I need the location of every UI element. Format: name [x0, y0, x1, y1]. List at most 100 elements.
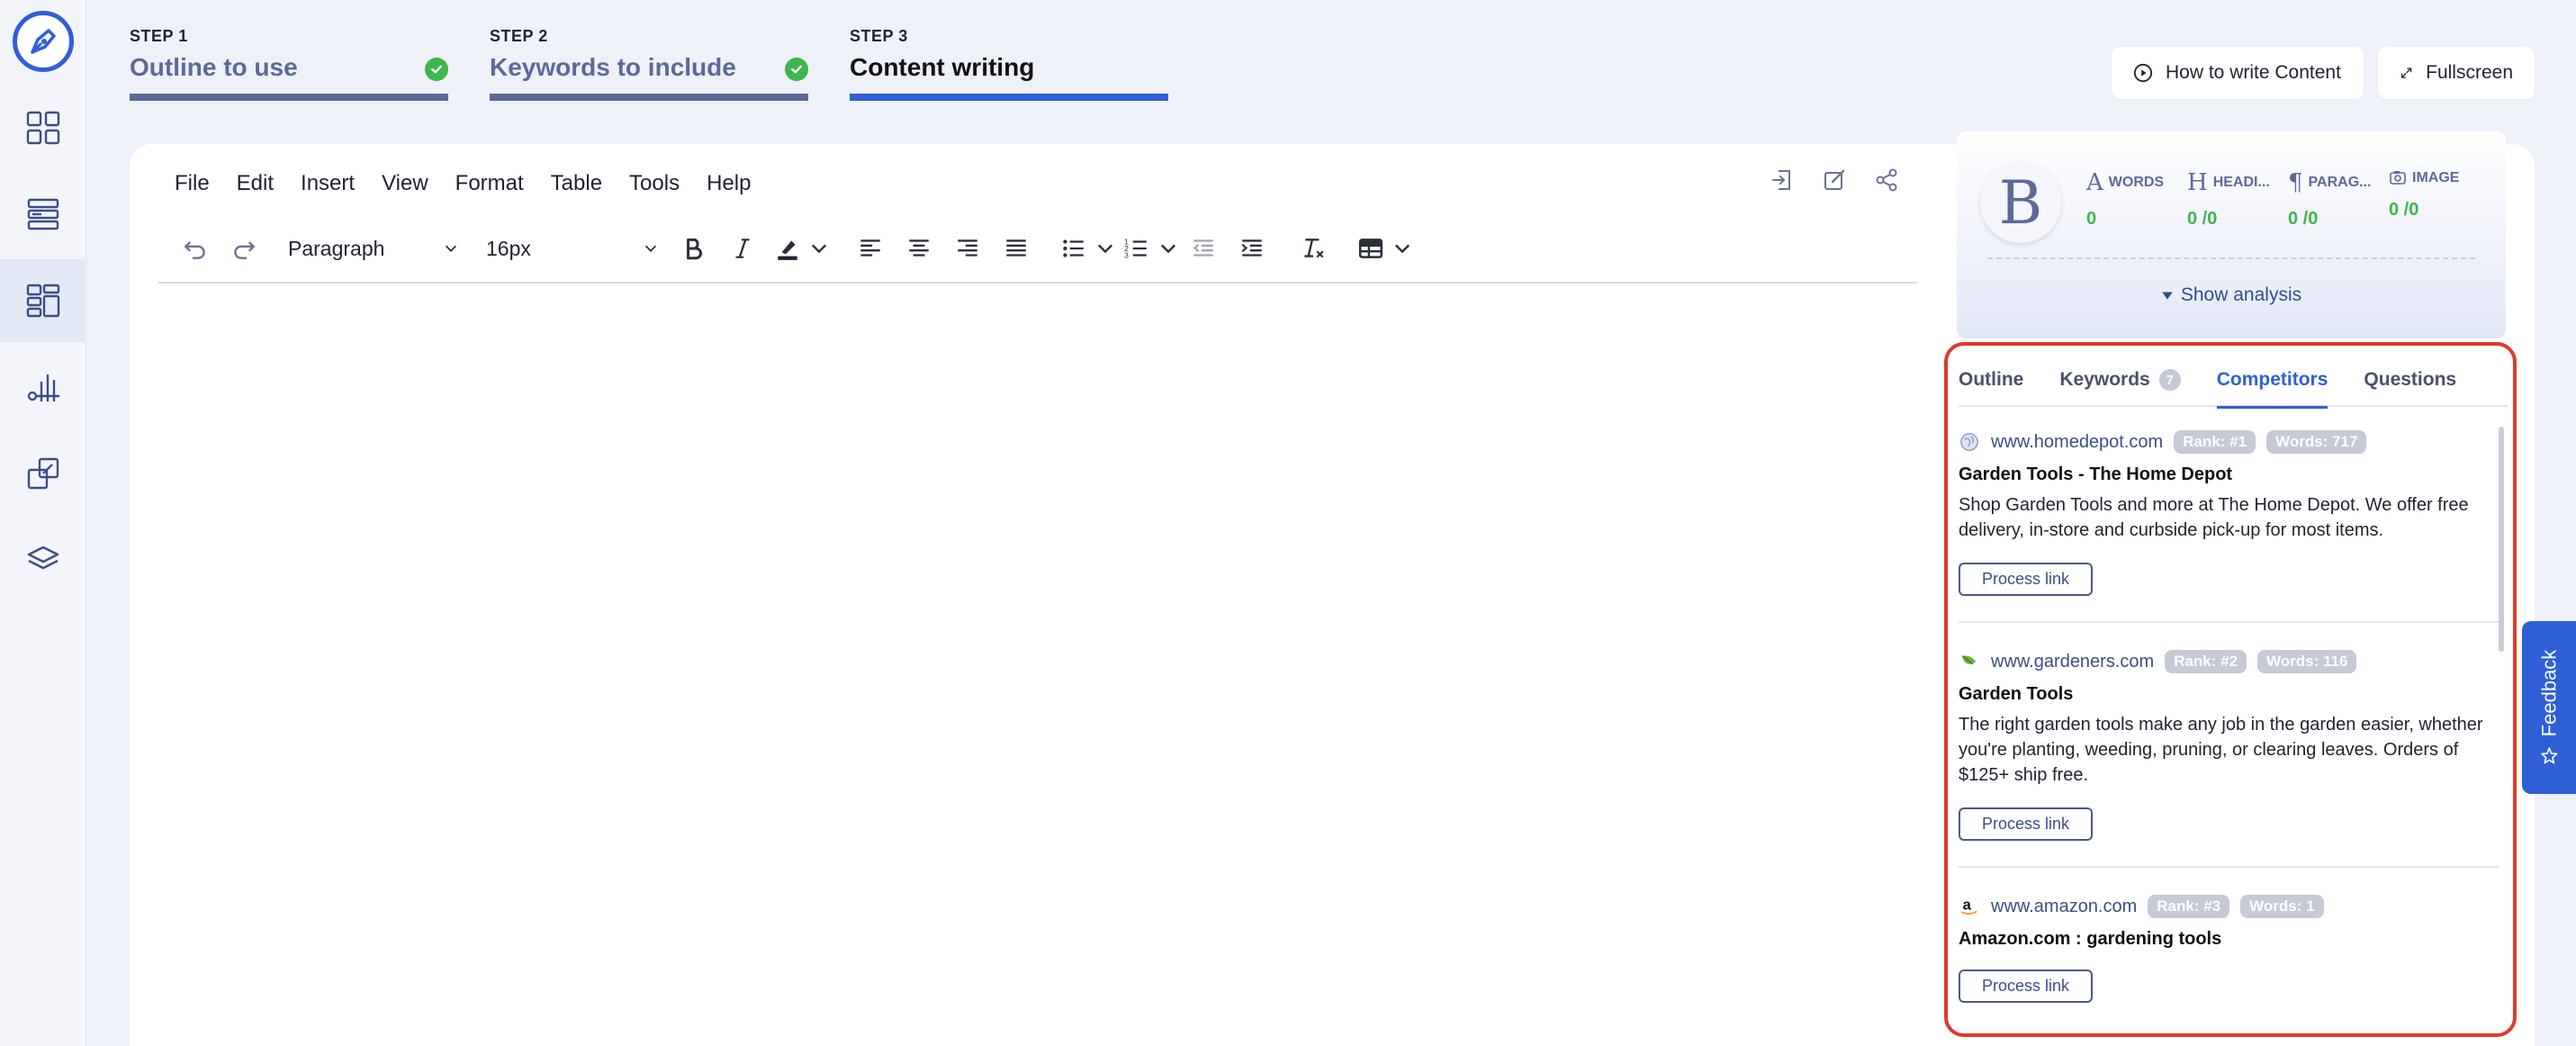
competitor-domain-link[interactable]: www.gardeners.com: [1991, 652, 2154, 672]
image-icon: [2390, 171, 2406, 185]
table-icon[interactable]: [1350, 224, 1392, 273]
keyword-count-badge: 7: [2158, 369, 2181, 391]
font-size-select[interactable]: 16px: [475, 224, 670, 273]
paragraph-icon: ¶: [2288, 169, 2303, 196]
edit-icon[interactable]: [1822, 167, 1847, 193]
tab-outline[interactable]: Outline: [1959, 369, 2023, 407]
competitor-domain-link[interactable]: www.amazon.com: [1991, 897, 2137, 917]
feedback-tab[interactable]: Feedback: [2522, 621, 2576, 794]
step-2[interactable]: STEP 2 Keywords to include: [490, 27, 808, 101]
svg-text:3: 3: [1124, 251, 1129, 260]
metric-value: 0: [2086, 209, 2097, 229]
transform-icon[interactable]: [0, 432, 86, 515]
caret-down-icon: [2162, 292, 2173, 301]
block-format-value: Paragraph: [288, 236, 385, 260]
how-to-write-label: How to write Content: [2166, 62, 2341, 83]
competitor-description: The right garden tools make any job in t…: [1959, 715, 2483, 785]
globe-icon: [1959, 431, 1980, 453]
layers-icon[interactable]: [0, 518, 86, 601]
tab-keywords[interactable]: Keywords 7: [2059, 369, 2181, 407]
step-number: STEP 2: [490, 27, 548, 45]
editor-content-area[interactable]: [158, 288, 1917, 1035]
menu-edit[interactable]: Edit: [237, 171, 274, 196]
menu-insert[interactable]: Insert: [301, 171, 355, 196]
menu-file[interactable]: File: [175, 171, 210, 196]
chevron-down-icon[interactable]: [1157, 224, 1179, 273]
feedback-label: Feedback: [2537, 649, 2560, 737]
step-progress-bar: [850, 94, 1168, 101]
competitor-item: a www.amazon.com Rank: #3 Words: 1 Amazo…: [1959, 868, 2499, 1028]
align-right-icon[interactable]: [943, 224, 992, 273]
competitor-domain-link[interactable]: www.homedepot.com: [1991, 432, 2163, 453]
align-left-icon[interactable]: [846, 224, 895, 273]
import-icon[interactable]: [1770, 167, 1795, 193]
italic-icon[interactable]: [718, 224, 767, 273]
panel-scrollbar[interactable]: [2499, 427, 2504, 652]
toolbar-divider: [158, 282, 1917, 284]
block-format-select[interactable]: Paragraph: [277, 224, 470, 273]
step-title: Outline to use: [130, 53, 298, 81]
process-link-button[interactable]: Process link: [1959, 807, 2094, 841]
analytics-icon[interactable]: [0, 346, 86, 428]
show-analysis-toggle[interactable]: Show analysis: [1957, 284, 2506, 306]
how-to-write-button[interactable]: How to write Content: [2112, 47, 2364, 99]
check-circle-icon: [425, 58, 448, 81]
step-progress-bar: [490, 94, 808, 101]
step-title: Keywords to include: [490, 53, 736, 81]
tab-label: Outline: [1959, 369, 2024, 390]
outdent-icon[interactable]: [1179, 224, 1228, 273]
words-icon: A: [2086, 169, 2103, 196]
align-justify-icon[interactable]: [992, 224, 1040, 273]
process-link-button[interactable]: Process link: [1959, 563, 2094, 596]
rank-badge: Rank: #2: [2165, 650, 2247, 673]
menu-tools[interactable]: Tools: [629, 171, 680, 196]
rank-badge: Rank: #3: [2148, 895, 2230, 918]
clear-formatting-icon[interactable]: [1289, 224, 1338, 273]
dashboard-icon[interactable]: [0, 86, 86, 169]
chevron-down-icon[interactable]: [1094, 224, 1116, 273]
step-3[interactable]: STEP 3 Content writing: [850, 27, 1168, 101]
share-icon[interactable]: [1874, 167, 1899, 193]
highlight-color-icon[interactable]: [767, 224, 808, 273]
play-circle-icon: [2133, 63, 2153, 83]
metric-words: A WORDS 0: [2086, 169, 2164, 230]
svg-text:a: a: [1963, 897, 1972, 914]
competitor-title: Garden Tools - The Home Depot: [1959, 464, 2233, 484]
chevron-down-icon: [644, 245, 657, 252]
tab-questions[interactable]: Questions: [2364, 369, 2456, 407]
menu-view[interactable]: View: [382, 171, 428, 196]
tab-competitors[interactable]: Competitors: [2216, 369, 2328, 409]
competitor-description: Shop Garden Tools and more at The Home D…: [1959, 495, 2469, 540]
menu-format[interactable]: Format: [455, 171, 524, 196]
bold-icon[interactable]: [670, 224, 718, 273]
step-number: STEP 3: [850, 27, 908, 45]
word-count-badge: Words: 1: [2240, 895, 2324, 918]
align-center-icon[interactable]: [895, 224, 943, 273]
redo-icon[interactable]: [220, 224, 268, 273]
check-circle-icon: [785, 58, 808, 81]
metric-label: PARAG...: [2308, 175, 2372, 190]
content-editor-icon[interactable]: [0, 259, 86, 342]
menu-table[interactable]: Table: [551, 171, 602, 196]
process-link-button[interactable]: Process link: [1959, 969, 2094, 1003]
undo-icon[interactable]: [171, 224, 220, 273]
app-logo-icon[interactable]: [13, 11, 74, 72]
tab-label: Questions: [2364, 369, 2457, 390]
chevron-down-icon[interactable]: [808, 224, 830, 273]
sparkle-star-icon: [2540, 747, 2558, 764]
competitor-item: www.homedepot.com Rank: #1 Words: 717 Ga…: [1959, 421, 2499, 623]
metric-headings: H HEADI... 0 /0: [2187, 169, 2270, 230]
metric-paragraphs: ¶ PARAG... 0 /0: [2288, 169, 2371, 230]
documents-list-icon[interactable]: [0, 173, 86, 256]
chevron-down-icon[interactable]: [1392, 224, 1413, 273]
fullscreen-button[interactable]: Fullscreen: [2378, 47, 2535, 99]
metric-images: IMAGE 0 /0: [2389, 169, 2459, 221]
step-1[interactable]: STEP 1 Outline to use: [130, 27, 448, 101]
numbered-list-icon[interactable]: 123: [1116, 224, 1157, 273]
bullet-list-icon[interactable]: [1053, 224, 1094, 273]
indent-icon[interactable]: [1228, 224, 1276, 273]
menu-help[interactable]: Help: [707, 171, 751, 196]
competitor-title: Amazon.com : gardening tools: [1959, 929, 2222, 949]
editor-toolbar: Paragraph 16px 123: [171, 221, 1413, 275]
metric-value: 0 /0: [2389, 200, 2419, 220]
